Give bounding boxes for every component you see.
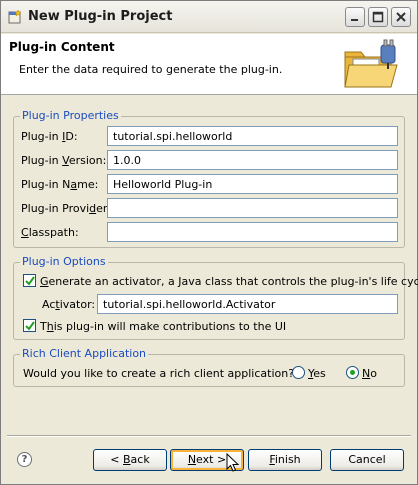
new-plugin-project-dialog: New Plug-in Project Plug-in Content Ente… (0, 0, 418, 485)
rcp-no-label[interactable]: No (362, 367, 377, 380)
plugin-provider-field[interactable] (107, 198, 398, 218)
eclipse-new-project-icon (8, 9, 22, 24)
minimize-icon (351, 19, 358, 21)
activator-label: Activator: (42, 298, 96, 311)
back-button[interactable]: < Back (93, 449, 167, 471)
activator-field[interactable] (97, 294, 398, 314)
ui-contributions-checkbox[interactable] (23, 319, 36, 332)
maximize-icon (372, 11, 384, 23)
group-label: Plug-in Options (20, 255, 108, 268)
plugin-id-field[interactable] (107, 126, 398, 146)
plugin-version-field[interactable] (107, 150, 398, 170)
group-label: Plug-in Properties (20, 109, 121, 122)
generate-activator-checkbox[interactable] (23, 274, 36, 287)
wizard-banner: Plug-in Content Enter the data required … (1, 34, 417, 95)
page-description: Enter the data required to generate the … (19, 63, 283, 76)
rcp-yes-radio[interactable] (292, 366, 305, 379)
close-icon (396, 12, 406, 22)
plugin-name-field[interactable] (107, 174, 398, 194)
cancel-button[interactable]: Cancel (330, 449, 404, 471)
page-title: Plug-in Content (9, 40, 115, 54)
plugin-name-label: Plug-in Name: (21, 178, 99, 191)
minimize-button[interactable] (345, 7, 365, 27)
close-button[interactable] (391, 7, 411, 27)
mouse-pointer-icon (226, 453, 240, 472)
group-label: Rich Client Application (20, 347, 149, 360)
rcp-question: Would you like to create a rich client a… (23, 367, 295, 380)
ui-contributions-label[interactable]: This plug-in will make contributions to … (40, 320, 286, 333)
rcp-no-radio[interactable] (346, 366, 359, 379)
maximize-button[interactable] (368, 7, 388, 27)
generate-activator-label[interactable]: Generate an activator, a Java class that… (40, 275, 418, 288)
plugin-id-label: Plug-in ID: (21, 130, 78, 143)
classpath-field[interactable] (107, 222, 398, 242)
plugin-version-label: Plug-in Version: (21, 154, 107, 167)
checkmark-icon (25, 321, 35, 331)
radio-selected-dot (350, 370, 355, 375)
classpath-label: Classpath: (21, 226, 79, 239)
finish-button[interactable]: Finish (248, 449, 322, 471)
plugin-provider-label: Plug-in Provider: (21, 202, 111, 215)
checkmark-icon (25, 276, 35, 286)
window-title: New Plug-in Project (28, 9, 173, 24)
help-icon[interactable]: ? (17, 452, 32, 467)
button-bar-separator (7, 435, 411, 437)
title-bar[interactable]: New Plug-in Project (1, 1, 417, 33)
plugin-folder-wizard-icon (344, 39, 398, 88)
rcp-yes-label[interactable]: Yes (308, 367, 326, 380)
